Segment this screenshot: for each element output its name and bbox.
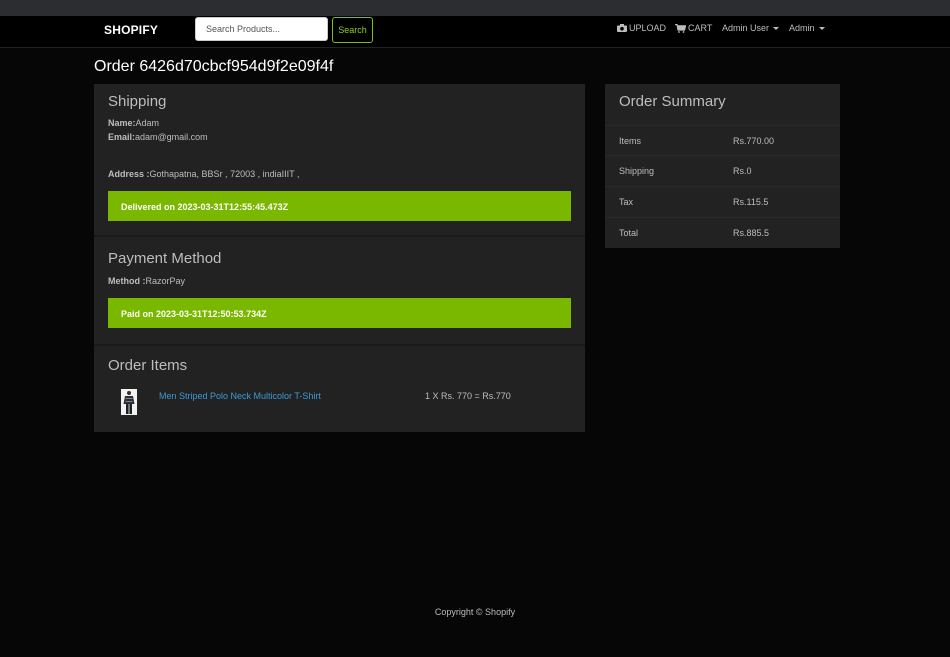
summary-value: Rs.885.5	[733, 228, 770, 238]
address-value: Gothapatna, BBSr , 72003 , indiaIIIT ,	[149, 169, 300, 179]
summary-label: Total	[619, 228, 639, 238]
browser-top-strip	[0, 0, 950, 16]
summary-value: Rs.115.5	[733, 197, 769, 207]
search-button[interactable]: Search	[332, 17, 373, 43]
payment-heading: Payment Method	[108, 250, 222, 267]
name-value: Adam	[135, 118, 160, 128]
order-item-price: 1 X Rs. 770 = Rs.770	[425, 391, 511, 401]
cart-label: CART	[688, 23, 713, 33]
summary-value: Rs.770.00	[733, 136, 775, 146]
brand-logo[interactable]: SHOPIFY	[104, 23, 158, 37]
footer-copyright: Copyright © Shopify	[434, 607, 516, 617]
summary-label: Shipping	[619, 166, 655, 176]
order-summary-heading: Order Summary	[619, 93, 726, 110]
order-item-link[interactable]: Men Striped Polo Neck Multicolor T-Shirt	[159, 391, 321, 401]
address-label: Address :	[108, 169, 150, 179]
section-divider	[94, 235, 585, 237]
summary-row-items: Items Rs.770.00	[605, 125, 840, 156]
navbar: SHOPIFY Search UPLOAD CART Admin User Ad…	[0, 16, 950, 48]
upload-label: UPLOAD	[629, 23, 667, 33]
order-details-card: Shipping Name:Adam Email:adam@gmail.com …	[94, 84, 585, 432]
section-divider	[94, 344, 585, 346]
summary-row-tax: Tax Rs.115.5	[605, 186, 840, 217]
camera-icon	[617, 24, 627, 32]
cart-link[interactable]: CART	[675, 23, 712, 33]
user-menu-label: Admin User	[722, 23, 770, 33]
chevron-down-icon	[818, 26, 825, 30]
summary-label: Items	[619, 136, 642, 146]
name-label: Name:	[108, 118, 136, 128]
admin-menu-label: Admin	[789, 23, 815, 33]
cart-icon	[675, 23, 686, 33]
summary-row-shipping: Shipping Rs.0	[605, 155, 840, 186]
paid-status-alert: Paid on 2023-03-31T12:50:53.734Z	[108, 298, 571, 328]
method-value: RazorPay	[145, 276, 186, 286]
search-input[interactable]	[195, 17, 328, 41]
user-menu-dropdown[interactable]: Admin User	[722, 23, 780, 33]
order-items-heading: Order Items	[108, 357, 188, 374]
product-thumbnail	[121, 389, 137, 415]
email-label: Email:	[108, 132, 136, 142]
payment-method: Method :RazorPay	[108, 276, 185, 286]
chevron-down-icon	[773, 26, 780, 30]
shipping-email: Email:adam@gmail.com	[108, 132, 208, 142]
summary-value: Rs.0	[733, 166, 752, 176]
upload-link[interactable]: UPLOAD	[617, 23, 666, 33]
shipping-address: Address :Gothapatna, BBSr , 72003 , indi…	[108, 169, 299, 179]
shipping-heading: Shipping	[108, 93, 167, 110]
order-summary-card: Order Summary Items Rs.770.00 Shipping R…	[605, 84, 840, 248]
email-value: adam@gmail.com	[135, 132, 208, 142]
delivered-status-alert: Delivered on 2023-03-31T12:55:45.473Z	[108, 191, 571, 221]
shipping-name: Name:Adam	[108, 118, 159, 128]
method-label: Method :	[108, 276, 146, 286]
summary-row-total: Total Rs.885.5	[605, 217, 840, 248]
summary-label: Tax	[619, 197, 634, 207]
admin-menu-dropdown[interactable]: Admin	[789, 23, 825, 33]
page-title: Order 6426d70cbcf954d9f2e09f4f	[94, 58, 334, 75]
